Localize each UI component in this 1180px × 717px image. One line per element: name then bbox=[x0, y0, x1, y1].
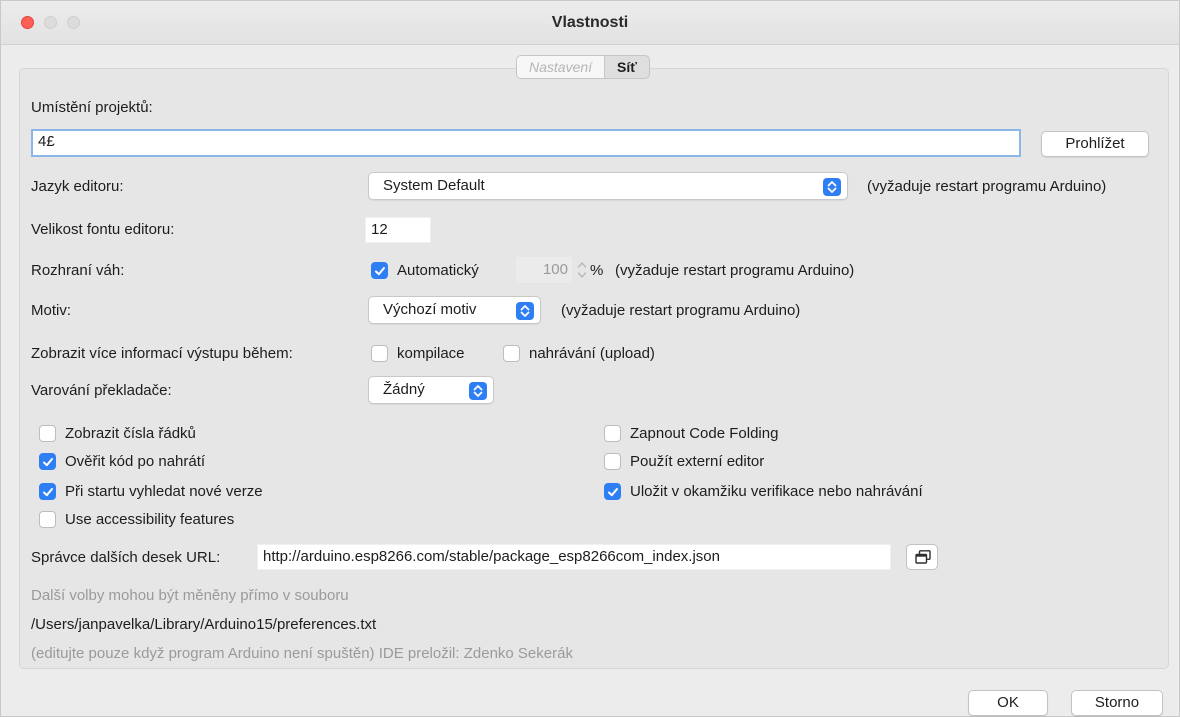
ok-button[interactable]: OK bbox=[968, 690, 1048, 716]
verbose-compile-label: kompilace bbox=[397, 345, 465, 362]
tab-bar: Nastavení Síť bbox=[516, 55, 650, 79]
window-stack-icon bbox=[915, 550, 931, 564]
show-line-numbers-label: Zobrazit čísla řádků bbox=[65, 425, 196, 442]
save-on-verify-checkbox[interactable] bbox=[604, 483, 621, 500]
verbose-upload-label: nahrávání (upload) bbox=[529, 345, 655, 362]
editor-language-label: Jazyk editoru: bbox=[31, 178, 124, 195]
scale-note: (vyžaduje restart programu Arduino) bbox=[615, 262, 855, 279]
boards-url-input[interactable]: http://arduino.esp8266.com/stable/packag… bbox=[257, 544, 891, 570]
external-editor-checkbox[interactable] bbox=[604, 453, 621, 470]
show-line-numbers-checkbox[interactable] bbox=[39, 425, 56, 442]
scale-percent-label: % bbox=[590, 262, 604, 279]
compiler-warnings-value: Žádný bbox=[383, 381, 425, 398]
accessibility-label: Use accessibility features bbox=[65, 511, 235, 528]
editor-language-select[interactable]: System Default bbox=[368, 172, 848, 200]
verify-after-upload-checkbox[interactable] bbox=[39, 453, 56, 470]
tab-settings[interactable]: Nastavení bbox=[516, 55, 605, 79]
verbose-output-label: Zobrazit více informací výstupu během: bbox=[31, 345, 293, 362]
title-bar: Vlastnosti bbox=[1, 1, 1179, 45]
scale-stepper-icon[interactable] bbox=[576, 259, 588, 281]
sketchbook-location-input[interactable]: 4£ bbox=[31, 129, 1021, 157]
check-updates-checkbox[interactable] bbox=[39, 483, 56, 500]
verbose-upload-checkbox[interactable] bbox=[503, 345, 520, 362]
checkmark-icon bbox=[43, 488, 53, 497]
compiler-warnings-select[interactable]: Žádný bbox=[368, 376, 494, 404]
font-size-label: Velikost fontu editoru: bbox=[31, 221, 175, 238]
theme-label: Motiv: bbox=[31, 302, 72, 319]
window-title: Vlastnosti bbox=[551, 14, 629, 31]
boards-url-label: Správce dalších desek URL: bbox=[31, 549, 221, 566]
browse-button[interactable]: Prohlížet bbox=[1041, 131, 1149, 157]
up-down-chevron-icon bbox=[823, 178, 841, 196]
verify-after-upload-label: Ověřit kód po nahrátí bbox=[65, 453, 206, 470]
edit-note: (editujte pouze když program Arduino nen… bbox=[31, 645, 573, 662]
theme-select[interactable]: Výchozí motiv bbox=[368, 296, 541, 324]
preferences-window: Vlastnosti Nastavení Síť Umístění projek… bbox=[0, 0, 1180, 717]
editor-language-value: System Default bbox=[383, 177, 485, 194]
up-down-chevron-icon bbox=[469, 382, 487, 400]
interface-scale-label: Rozhraní váh: bbox=[31, 262, 125, 279]
checkmark-icon bbox=[375, 267, 385, 276]
code-folding-label: Zapnout Code Folding bbox=[630, 425, 779, 442]
check-updates-label: Při startu vyhledat nové verze bbox=[65, 483, 263, 500]
more-options-info: Další volby mohou být měněny přímo v sou… bbox=[31, 587, 349, 604]
theme-value: Výchozí motiv bbox=[383, 301, 477, 318]
tab-network[interactable]: Síť bbox=[604, 55, 650, 79]
compiler-warnings-label: Varování překladače: bbox=[31, 382, 172, 399]
external-editor-label: Použít externí editor bbox=[630, 453, 765, 470]
settings-panel bbox=[19, 68, 1169, 669]
sketchbook-location-label: Umístění projektů: bbox=[31, 99, 153, 116]
scale-auto-checkbox[interactable] bbox=[371, 262, 388, 279]
theme-note: (vyžaduje restart programu Arduino) bbox=[561, 302, 801, 319]
up-down-chevron-icon bbox=[516, 302, 534, 320]
scale-auto-label: Automatický bbox=[397, 262, 479, 279]
save-on-verify-label: Uložit v okamžiku verifikace nebo nahráv… bbox=[630, 483, 923, 500]
boards-url-edit-button[interactable] bbox=[906, 544, 938, 570]
verbose-compile-checkbox[interactable] bbox=[371, 345, 388, 362]
code-folding-checkbox[interactable] bbox=[604, 425, 621, 442]
scale-value-input[interactable]: 100 bbox=[516, 257, 572, 283]
font-size-input[interactable]: 12 bbox=[365, 217, 431, 243]
accessibility-checkbox[interactable] bbox=[39, 511, 56, 528]
editor-language-note: (vyžaduje restart programu Arduino) bbox=[867, 178, 1107, 195]
checkmark-icon bbox=[608, 488, 618, 497]
preferences-file-path: /Users/janpavelka/Library/Arduino15/pref… bbox=[31, 616, 377, 633]
checkmark-icon bbox=[43, 458, 53, 467]
cancel-button[interactable]: Storno bbox=[1071, 690, 1163, 716]
